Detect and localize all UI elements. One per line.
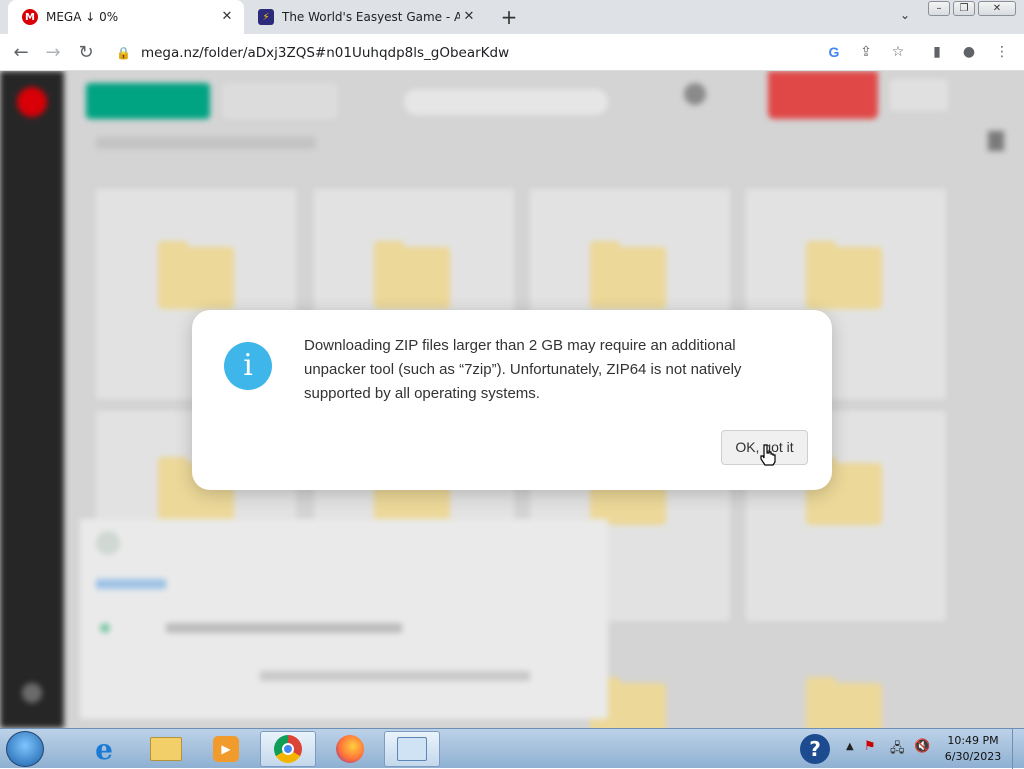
folder-icon (590, 241, 666, 309)
search-input (404, 89, 608, 115)
user-icon (684, 83, 706, 105)
tab-strip: M MEGA ↓ 0% ✕ ⚡ The World's Easyest Game… (0, 0, 1024, 34)
share-icon[interactable]: ⇪ (856, 42, 876, 62)
dialog-message: Downloading ZIP files larger than 2 GB m… (304, 337, 742, 402)
address-bar[interactable]: 🔒 mega.nz/folder/aDxj3ZQS#n01Uuhqdp8ls_g… (110, 39, 910, 67)
maximize-button[interactable]: ❐ (953, 1, 975, 16)
chrome-icon[interactable] (260, 731, 316, 767)
menu-kebab-icon[interactable]: ⋮ (992, 42, 1012, 62)
clock-time: 10:49 PM (947, 734, 999, 747)
transfer-row (166, 623, 402, 633)
google-translate-icon[interactable]: G (824, 42, 844, 62)
windows-taskbar: e ▶ ? ▲ ⚑ 🖧 🔇 10:49 PM 6/30/2023 (0, 728, 1024, 769)
folder-icon (158, 241, 234, 309)
action-center-icon[interactable]: ⚑ (864, 739, 882, 757)
mega-logo-icon (17, 87, 47, 117)
forward-arrow-icon[interactable]: → (40, 40, 66, 66)
browser-toolbar: ← → ↻ 🔒 mega.nz/folder/aDxj3ZQS#n01Uuhqd… (0, 34, 1024, 71)
save-to-mega-button (222, 83, 338, 119)
show-desktop-button[interactable] (1012, 729, 1024, 769)
network-icon[interactable]: 🖧 (890, 739, 908, 757)
media-player-icon[interactable]: ▶ (198, 731, 254, 767)
help-icon[interactable]: ? (800, 734, 830, 764)
ie-icon[interactable]: e (76, 731, 132, 767)
system-clock[interactable]: 10:49 PM 6/30/2023 (940, 733, 1006, 765)
transfer-controls (260, 671, 530, 681)
close-window-button[interactable]: ✕ (978, 1, 1016, 16)
folder-icon (806, 677, 882, 728)
info-icon: i (224, 342, 272, 390)
volume-muted-icon[interactable]: 🔇 (914, 739, 932, 757)
mega-sidebar (0, 71, 64, 728)
url-text: mega.nz/folder/aDxj3ZQS#n01Uuhqdp8ls_gOb… (140, 45, 510, 61)
download-button (86, 83, 210, 119)
settings-icon (22, 683, 42, 703)
tab-title: The World's Easyest Game - Addi (282, 10, 460, 24)
tab-easyest-game[interactable]: ⚡ The World's Easyest Game - Addi ✕ (248, 0, 486, 34)
view-toggle-icon (988, 131, 1004, 151)
explorer-icon[interactable] (138, 731, 194, 767)
mega-page: i Downloading ZIP files larger than 2 GB… (0, 71, 1024, 728)
status-dot (100, 623, 110, 633)
login-button (890, 79, 948, 111)
start-button[interactable] (6, 731, 44, 767)
transfer-icon (96, 531, 120, 555)
side-panel-icon[interactable]: ▮ (927, 42, 947, 62)
minimize-button[interactable]: – (928, 1, 950, 16)
show-hidden-icons[interactable]: ▲ (846, 741, 854, 752)
bookmark-star-icon[interactable]: ☆ (888, 42, 908, 62)
close-icon[interactable]: ✕ (460, 8, 478, 26)
breadcrumb (96, 137, 316, 149)
folder-icon (374, 241, 450, 309)
lock-icon: 🔒 (116, 46, 131, 60)
create-account-button (768, 71, 878, 119)
reload-icon[interactable]: ↻ (73, 40, 99, 66)
zip-warning-dialog: i Downloading ZIP files larger than 2 GB… (192, 310, 832, 490)
back-arrow-icon[interactable]: ← (8, 40, 34, 66)
transfer-tab (96, 579, 166, 589)
bolt-icon: ⚡ (258, 9, 274, 25)
firefox-icon[interactable] (322, 731, 378, 767)
tab-search-icon[interactable]: ⌄ (896, 8, 914, 26)
tab-title: MEGA ↓ 0% (46, 10, 119, 24)
tab-mega[interactable]: M MEGA ↓ 0% ✕ (8, 0, 244, 34)
clock-date: 6/30/2023 (944, 750, 1002, 763)
control-panel-icon[interactable] (384, 731, 440, 767)
close-icon[interactable]: ✕ (218, 8, 236, 26)
new-tab-button[interactable]: + (498, 6, 520, 28)
mega-icon: M (22, 9, 38, 25)
transfer-panel (80, 519, 608, 719)
hand-cursor-icon (760, 444, 776, 466)
folder-icon (806, 241, 882, 309)
profile-avatar-icon[interactable]: ● (959, 42, 979, 62)
